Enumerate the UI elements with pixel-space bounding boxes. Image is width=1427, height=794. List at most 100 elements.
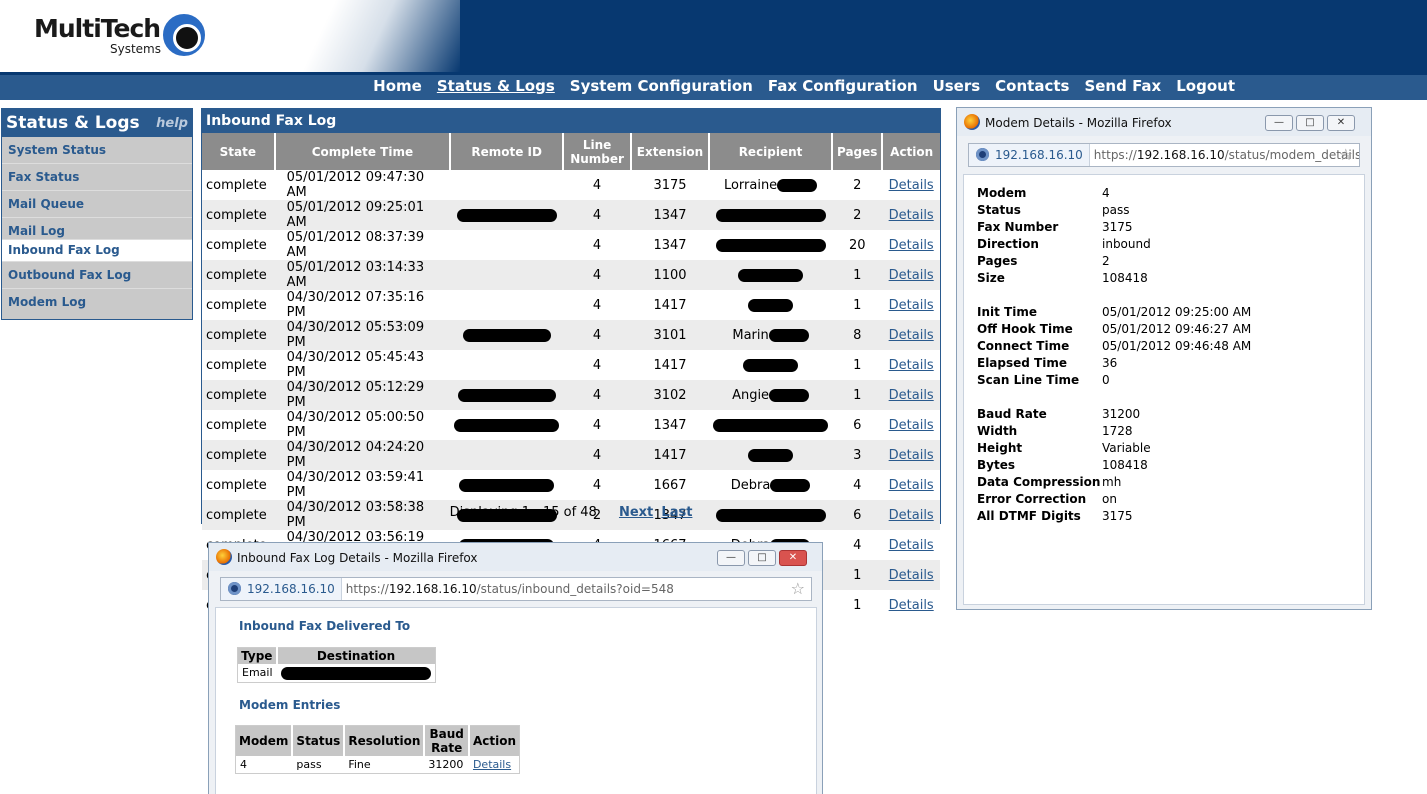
last-page-link[interactable]: Last	[661, 505, 692, 520]
field-value: 05/01/2012 09:46:48 AM	[1102, 339, 1252, 353]
nav-home[interactable]: Home	[373, 77, 422, 95]
recipient-name: Debra	[730, 477, 771, 493]
col-destination: Destination	[276, 647, 436, 664]
col-pages[interactable]: Pages	[832, 133, 884, 170]
modem-entries-table: Modem Status Resolution Baud Rate Action…	[235, 725, 520, 774]
details-link[interactable]: Details	[882, 560, 940, 590]
help-link[interactable]: help	[156, 116, 188, 131]
details-link[interactable]: Details	[882, 410, 940, 440]
bookmark-star-icon[interactable]: ☆	[791, 579, 805, 598]
nav-fax-configuration[interactable]: Fax Configuration	[768, 77, 918, 95]
table-row: complete 04/30/2012 05:45:43 PM 4 1417 1 Deta…	[202, 350, 940, 380]
nav-send-fax[interactable]: Send Fax	[1084, 77, 1161, 95]
field-value: 31200	[1102, 407, 1141, 421]
redacted-recipient	[769, 388, 810, 402]
bookmark-star-icon[interactable]: ☆	[1339, 145, 1353, 164]
field-label: Off Hook Time	[977, 322, 1073, 336]
sidebar-item-modem-log[interactable]: Modem Log	[2, 289, 192, 316]
col-action[interactable]: Action	[882, 133, 940, 170]
cell-pages: 3	[832, 440, 883, 470]
nav-contacts[interactable]: Contacts	[995, 77, 1069, 95]
details-link[interactable]: Details	[882, 350, 940, 380]
logo-ring-icon	[163, 14, 205, 56]
nav-logout[interactable]: Logout	[1176, 77, 1235, 95]
details-link[interactable]: Details	[882, 470, 940, 500]
cell-extension: 1417	[630, 440, 710, 470]
redacted-destination	[280, 666, 431, 680]
url-host: 192.168.16.10	[388, 582, 477, 596]
recipient-name: Angie	[732, 387, 770, 403]
cell-pages: 1	[832, 380, 883, 410]
nav-users[interactable]: Users	[933, 77, 981, 95]
cell-recipient: Lorraine	[709, 170, 832, 200]
minimize-button[interactable]: —	[717, 550, 745, 566]
details-link[interactable]: Details	[882, 260, 940, 290]
sidebar-item-mail-log[interactable]: Mail Log	[2, 218, 192, 240]
inbound-url-bar[interactable]: 192.168.16.10 https://192.168.16.10/statu…	[220, 577, 812, 601]
details-link[interactable]: Details	[882, 200, 940, 230]
field-label: Status	[977, 203, 1021, 217]
table-row: complete 04/30/2012 03:59:41 PM 4 1667 Debra…	[202, 470, 940, 500]
cell-state: complete	[206, 417, 267, 433]
inbound-url[interactable]: https://192.168.16.10/status/inbound_det…	[342, 582, 674, 596]
modem-url-bar[interactable]: 192.168.16.10 https://192.168.16.10/statu…	[968, 143, 1360, 167]
details-link[interactable]: Details	[882, 530, 940, 560]
details-link[interactable]: Details	[882, 290, 940, 320]
modem-url[interactable]: https://192.168.16.10/status/modem_detai…	[1090, 148, 1359, 162]
nav-status-logs[interactable]: Status & Logs	[437, 77, 555, 95]
sidebar-item-outbound-fax-log[interactable]: Outbound Fax Log	[2, 262, 192, 289]
field-label: Pages	[977, 254, 1018, 268]
cell-complete-time: 04/30/2012 05:12:29 PM	[274, 380, 451, 410]
maximize-button[interactable]: □	[1296, 115, 1324, 131]
col-type: Type	[237, 647, 278, 664]
field-label: Baud Rate	[977, 407, 1047, 421]
destination-table: Type Destination Email	[237, 647, 436, 683]
cell-extension: 1347	[630, 200, 710, 230]
redacted-remote-id	[457, 388, 556, 402]
col-recipient[interactable]: Recipient	[709, 133, 834, 170]
col-complete-time[interactable]: Complete Time	[274, 133, 452, 170]
sidebar-item-fax-status[interactable]: Fax Status	[2, 164, 192, 191]
cell-line-number: 4	[563, 380, 631, 410]
col-remote-id[interactable]: Remote ID	[450, 133, 565, 170]
close-button[interactable]: ✕	[1327, 115, 1355, 131]
sidebar-item-system-status[interactable]: System Status	[2, 137, 192, 164]
field-label: Error Correction	[977, 492, 1087, 506]
cell-extension: 1417	[653, 297, 687, 313]
pagination-summary: Displaying 1 - 15 of 48	[449, 505, 597, 520]
cell-remote-id	[450, 260, 564, 290]
field-value: 2	[1102, 254, 1110, 268]
nav-system-configuration[interactable]: System Configuration	[570, 77, 753, 95]
cell-extension: 1667	[653, 477, 687, 493]
details-link[interactable]: Details	[882, 170, 940, 200]
next-page-link[interactable]: Next	[619, 505, 653, 520]
col-line-number[interactable]: Line Number	[563, 133, 632, 170]
details-link[interactable]: Details	[882, 230, 940, 260]
minimize-button[interactable]: —	[1265, 115, 1293, 131]
details-link[interactable]: Details	[882, 320, 940, 350]
multitech-logo[interactable]: MultiTech Systems	[34, 14, 205, 56]
cell-remote-id	[450, 380, 564, 410]
details-link[interactable]: Details	[882, 380, 940, 410]
col-baud-rate: Baud Rate	[424, 725, 470, 756]
logo-subtext: Systems	[110, 42, 161, 56]
maximize-button[interactable]: □	[748, 550, 776, 566]
sidebar-item-inbound-fax-log[interactable]: Inbound Fax Log	[2, 240, 192, 262]
cell-remote-id	[450, 290, 563, 320]
modem-details-link[interactable]: Details	[469, 756, 520, 774]
col-extension[interactable]: Extension	[630, 133, 711, 170]
site-identity[interactable]: 192.168.16.10	[969, 144, 1090, 166]
sidebar-item-mail-queue[interactable]: Mail Queue	[2, 191, 192, 218]
cell-complete-time: 05/01/2012 08:37:39 AM	[286, 230, 425, 260]
cell-remote-id	[450, 170, 563, 200]
details-link[interactable]: Details	[882, 590, 940, 620]
site-identity[interactable]: 192.168.16.10	[221, 578, 342, 600]
col-state[interactable]: State	[202, 133, 276, 170]
modem-window-title: Modem Details - Mozilla Firefox	[985, 116, 1172, 130]
cell-complete-time: 05/01/2012 09:25:01 AM	[274, 200, 451, 230]
cell-remote-id	[450, 350, 563, 380]
cell-pages: 4	[853, 477, 862, 493]
details-link[interactable]: Details	[882, 440, 940, 470]
cell-extension: 3101	[630, 320, 710, 350]
close-button[interactable]: ✕	[779, 550, 807, 566]
